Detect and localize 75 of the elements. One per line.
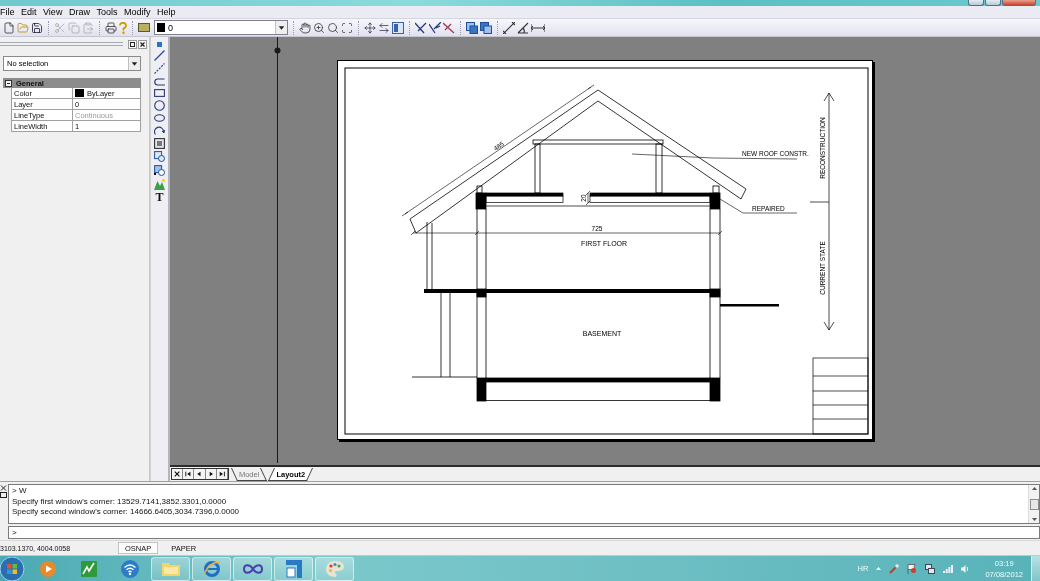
- menu-item[interactable]: Tools: [96, 6, 118, 18]
- pen-icon[interactable]: [889, 563, 900, 574]
- overlapping-shapes-icon[interactable]: [154, 164, 165, 176]
- new-file-icon[interactable]: [3, 21, 15, 34]
- skip-back-icon[interactable]: [183, 469, 195, 479]
- start-orb-icon[interactable]: [0, 556, 26, 581]
- tile-icon[interactable]: [138, 23, 150, 32]
- command-history-line: Specify second window's corner: 14666.6405,3034.7396,0.0000: [12, 507, 241, 518]
- menu-item[interactable]: View: [43, 6, 63, 18]
- restore-icon[interactable]: [128, 39, 137, 49]
- play-icon[interactable]: [39, 560, 56, 577]
- crossing-lines-icon[interactable]: [443, 21, 455, 34]
- zoom-in-icon[interactable]: [313, 21, 325, 34]
- dropdown-caret-icon[interactable]: [128, 57, 140, 70]
- scroll-down-icon[interactable]: [1031, 518, 1037, 521]
- balcony-slab: [720, 304, 779, 307]
- arc-icon[interactable]: [154, 124, 165, 136]
- panel-icon[interactable]: [392, 21, 404, 34]
- close-icon[interactable]: [138, 39, 147, 49]
- line-icon[interactable]: [154, 49, 165, 61]
- collapse-icon[interactable]: [5, 79, 12, 87]
- command-input[interactable]: >: [8, 526, 1040, 539]
- flag-icon[interactable]: [907, 563, 918, 574]
- pulse-chart-icon[interactable]: [80, 560, 97, 577]
- browser-icon[interactable]: [202, 559, 221, 578]
- overlapping-squares-icon[interactable]: [466, 21, 478, 34]
- menu-item[interactable]: Help: [156, 6, 176, 18]
- divider-line: [809, 201, 830, 203]
- dropdown-caret-icon[interactable]: [275, 21, 287, 34]
- move-icon[interactable]: [364, 21, 376, 34]
- palette-icon[interactable]: [325, 560, 344, 577]
- grip-handle[interactable]: [0, 42, 123, 46]
- ellipse-icon[interactable]: [154, 113, 165, 122]
- hand-icon[interactable]: [299, 21, 311, 34]
- crosshair-marker-icon: [274, 47, 281, 54]
- frame-corners-icon[interactable]: [341, 21, 353, 34]
- menu-item[interactable]: Edit: [21, 6, 37, 18]
- diagonal-dimension-icon[interactable]: [503, 21, 515, 34]
- printer-icon[interactable]: [105, 21, 117, 34]
- left-right-arrow-icon[interactable]: [378, 21, 390, 34]
- close-icon[interactable]: [0, 485, 7, 491]
- zoom-icon[interactable]: [327, 21, 339, 34]
- taskbar-button[interactable]: [274, 556, 313, 581]
- restore-icon[interactable]: [0, 492, 7, 498]
- network-icon[interactable]: [925, 563, 936, 574]
- blocks-icon[interactable]: [285, 559, 302, 578]
- polyline-icon[interactable]: [154, 76, 165, 87]
- square-in-square-icon[interactable]: [154, 137, 165, 149]
- color-swatch-icon: [157, 23, 165, 32]
- scroll-thumb[interactable]: [1029, 498, 1039, 510]
- ground-line: [411, 376, 478, 378]
- angle-dimension-icon[interactable]: [517, 21, 529, 34]
- color-swatch-icon: [75, 89, 84, 97]
- command-history-line: Specify first window's corner: 13529.7141,3852.3301,0.0000: [12, 496, 228, 507]
- taskbar-button[interactable]: [192, 556, 231, 581]
- menu-item[interactable]: Draw: [68, 6, 90, 18]
- rectangle-icon[interactable]: [154, 89, 165, 98]
- wifi-icon[interactable]: [120, 559, 139, 578]
- menu-item[interactable]: Modify: [123, 6, 151, 18]
- linear-dimension-icon[interactable]: [531, 23, 545, 32]
- menu-item[interactable]: File: [0, 6, 15, 18]
- save-icon[interactable]: [31, 21, 43, 34]
- close-icon[interactable]: [172, 469, 184, 479]
- crossing-lines-icon[interactable]: [415, 21, 427, 34]
- crossing-lines-icon[interactable]: [429, 21, 441, 34]
- overlapping-squares-icon[interactable]: [480, 21, 492, 34]
- layer-dropdown[interactable]: 0: [154, 20, 288, 35]
- circle-icon[interactable]: [154, 99, 165, 111]
- infinity-icon[interactable]: [242, 563, 263, 574]
- taskbar-button[interactable]: [233, 556, 272, 581]
- dotted-line-icon[interactable]: [154, 63, 165, 75]
- scroll-up-icon[interactable]: [1031, 487, 1037, 490]
- command-history-line: > W: [12, 486, 28, 497]
- scrollbar[interactable]: [1028, 485, 1039, 523]
- text-tool[interactable]: T: [155, 192, 164, 204]
